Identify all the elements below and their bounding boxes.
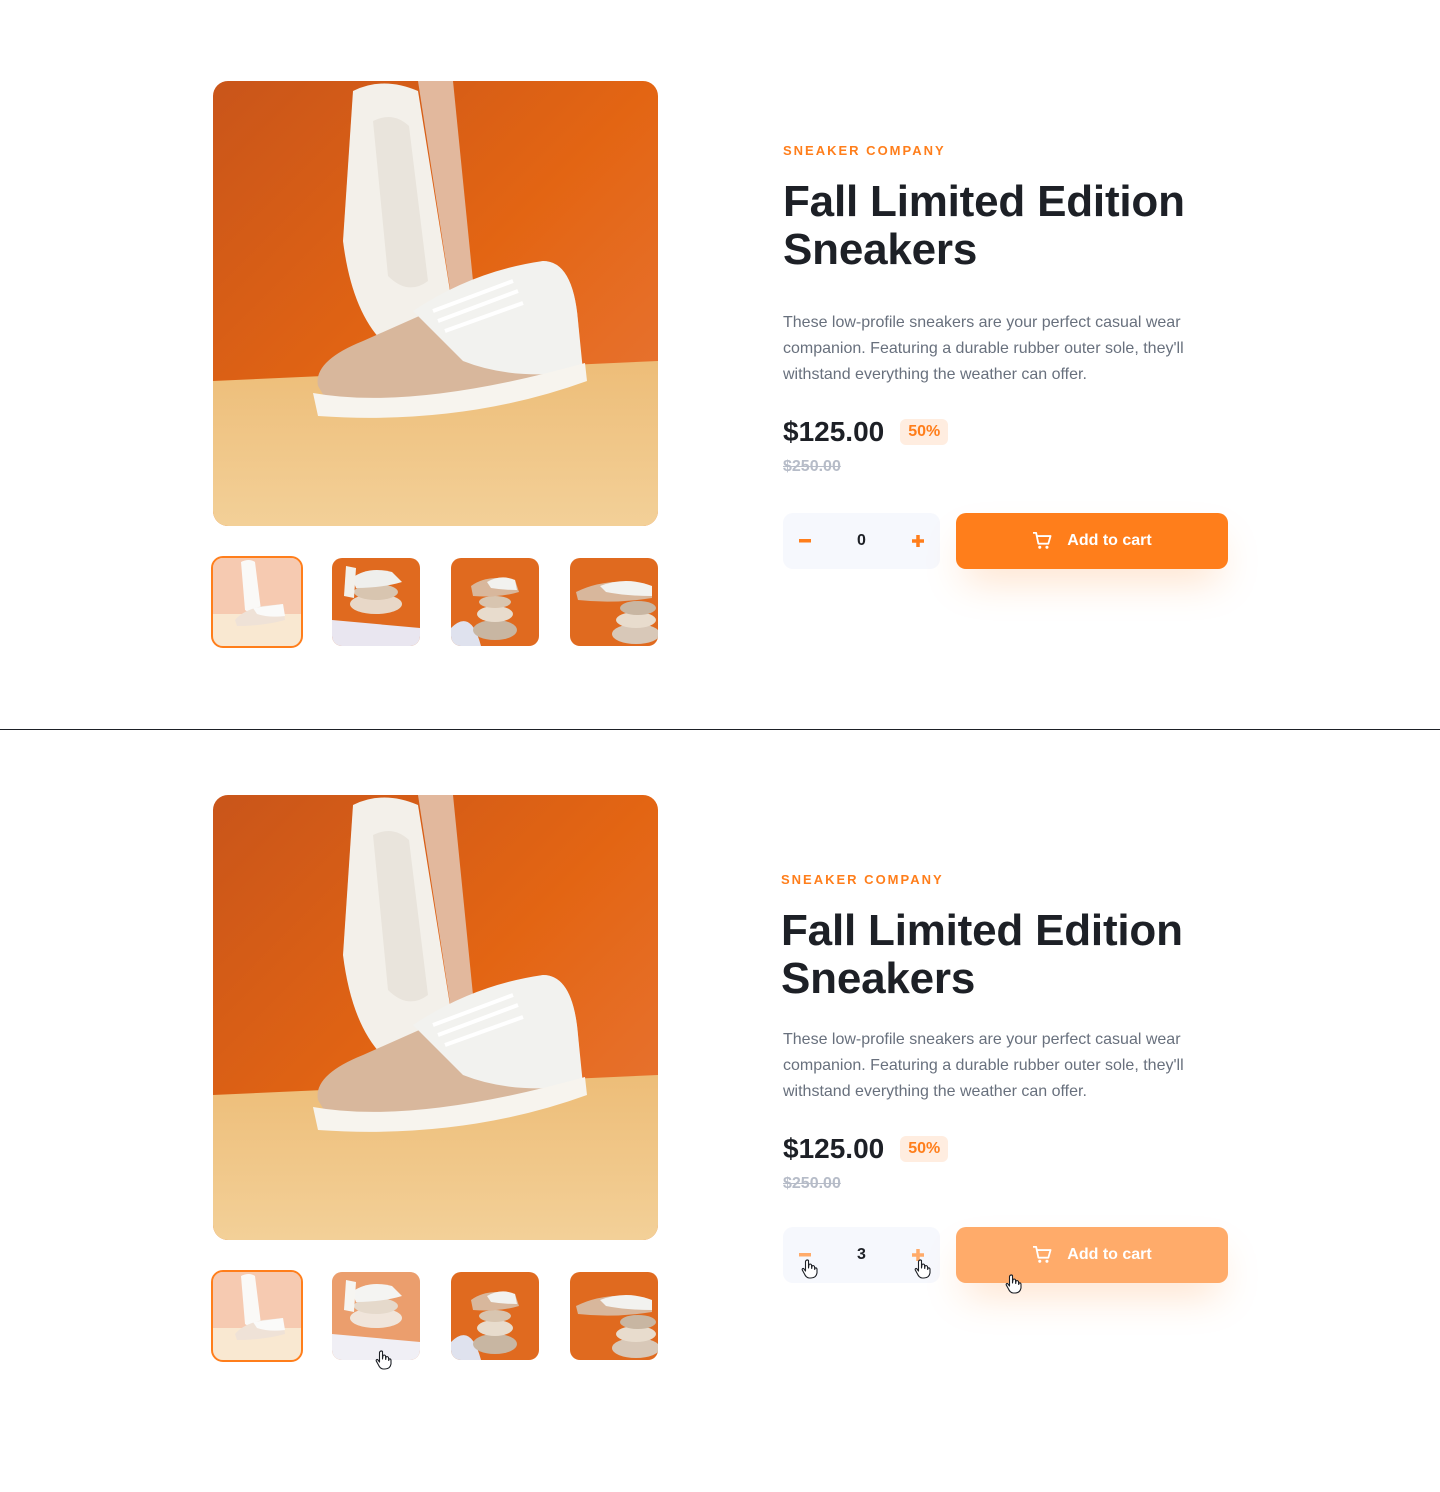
current-price: $125.00 (783, 416, 885, 447)
title-line-1: Fall Limited Edition (783, 177, 1185, 226)
increase-quantity-button[interactable] (896, 1227, 940, 1283)
increase-quantity-button[interactable] (896, 513, 940, 569)
product-title: Fall Limited Edition Sneakers (781, 907, 1226, 1003)
add-to-cart-label: Add to cart (1067, 1246, 1152, 1263)
original-price: $250.00 (783, 458, 841, 475)
thumbnail-2[interactable] (332, 558, 420, 646)
product-description: These low-profile sneakers are your perf… (783, 1031, 1184, 1100)
title-line-2: Sneakers (781, 954, 976, 1003)
add-to-cart-button[interactable]: Add to cart (956, 1227, 1228, 1283)
product-title: Fall Limited Edition Sneakers (783, 178, 1228, 274)
minus-icon (799, 1253, 811, 1257)
product-description: These low-profile sneakers are your perf… (783, 314, 1184, 383)
thumbnail-4[interactable] (570, 558, 658, 646)
discount-badge: 50% (900, 1136, 949, 1162)
product-page-default: SNEAKER COMPANY Fall Limited Edition Sne… (0, 0, 1440, 730)
product-page-interacting: SNEAKER COMPANY Fall Limited Edition Sne… (0, 730, 1440, 1492)
decrease-quantity-button[interactable] (783, 1227, 827, 1283)
purchase-actions: 3 Add to cart (783, 1227, 1228, 1283)
thumbnail-4[interactable] (570, 1272, 658, 1360)
company-label: SNEAKER COMPANY (783, 143, 946, 158)
thumbnail-strip (211, 1270, 660, 1362)
title-line-1: Fall Limited Edition (781, 906, 1183, 955)
cart-icon (1033, 532, 1052, 549)
thumbnail-1[interactable] (211, 556, 303, 648)
purchase-actions: 0 Add to cart (783, 513, 1228, 569)
thumbnail-3[interactable] (451, 558, 539, 646)
add-to-cart-button[interactable]: Add to cart (956, 513, 1228, 569)
decrease-quantity-button[interactable] (783, 513, 827, 569)
title-line-2: Sneakers (783, 225, 978, 274)
quantity-stepper: 3 (783, 1227, 940, 1283)
quantity-value: 3 (857, 1246, 866, 1263)
thumbnail-strip (211, 556, 660, 648)
discount-badge: 50% (900, 419, 949, 445)
original-price: $250.00 (783, 1175, 841, 1192)
thumbnail-3[interactable] (451, 1272, 539, 1360)
add-to-cart-label: Add to cart (1067, 532, 1152, 549)
quantity-value: 0 (857, 532, 866, 549)
price-row: $125.00 50% (783, 1133, 1226, 1165)
product-info: SNEAKER COMPANY Fall Limited Edition Sne… (783, 143, 1228, 476)
thumbnail-2[interactable] (332, 1272, 420, 1360)
main-product-image[interactable] (213, 81, 658, 526)
plus-icon (912, 535, 924, 547)
company-label: SNEAKER COMPANY (781, 872, 944, 887)
cart-icon (1033, 1246, 1052, 1263)
price-row: $125.00 50% (783, 416, 1228, 448)
plus-icon (912, 1249, 924, 1261)
thumbnail-1[interactable] (211, 1270, 303, 1362)
minus-icon (799, 539, 811, 543)
product-info: SNEAKER COMPANY Fall Limited Edition Sne… (781, 872, 1226, 1193)
quantity-stepper: 0 (783, 513, 940, 569)
main-product-image[interactable] (213, 795, 658, 1240)
current-price: $125.00 (783, 1133, 885, 1164)
